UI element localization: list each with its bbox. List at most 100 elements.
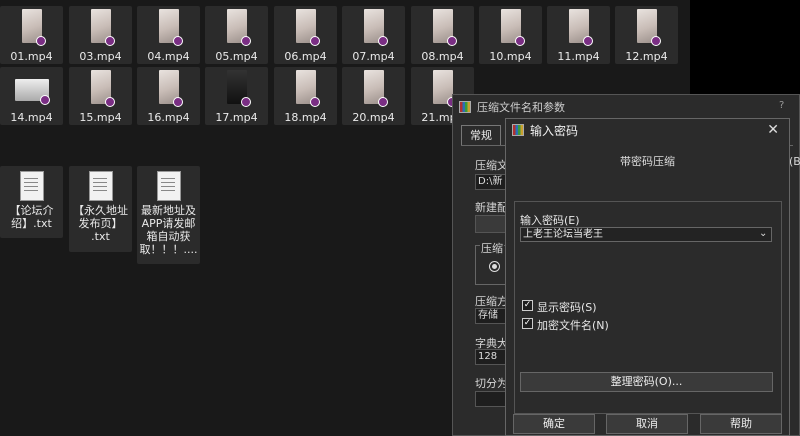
- ok-button[interactable]: 确定: [513, 414, 595, 434]
- video-badge-icon: [447, 36, 457, 46]
- video-file-tile[interactable]: 14.mp4: [0, 67, 63, 125]
- file-name: 最新地址及 APP请发邮 箱自动获 取！！！....: [137, 204, 200, 256]
- format-label: 压缩: [480, 240, 504, 256]
- new-profile-button[interactable]: [475, 215, 509, 233]
- archive-dialog-title: 压缩文件名和参数: [477, 101, 565, 114]
- text-file-tile[interactable]: 最新地址及 APP请发邮 箱自动获 取！！！....: [137, 166, 200, 264]
- dict-size-select[interactable]: 128: [475, 349, 509, 365]
- file-name: 07.mp4: [352, 50, 395, 63]
- file-name-line: 【论坛介: [9, 204, 54, 217]
- video-badge-icon: [515, 36, 525, 46]
- video-file-tile[interactable]: 04.mp4: [137, 6, 200, 64]
- show-password-label[interactable]: 显示密码(S): [537, 299, 597, 315]
- winrar-icon: [459, 101, 471, 113]
- file-name: 05.mp4: [215, 50, 258, 63]
- file-name: 11.mp4: [557, 50, 600, 63]
- video-file-tile[interactable]: 07.mp4: [342, 6, 405, 64]
- video-badge-icon: [378, 97, 388, 107]
- video-file-tile[interactable]: 15.mp4: [69, 67, 132, 125]
- split-label: 切分为: [475, 377, 508, 390]
- file-name: 【论坛介 绍】.txt: [0, 204, 63, 230]
- file-name: 12.mp4: [625, 50, 668, 63]
- tab-general[interactable]: 常规: [461, 125, 501, 146]
- file-name-line: 绍】.txt: [11, 217, 52, 230]
- video-badge-icon: [173, 97, 183, 107]
- video-badge-icon: [36, 36, 46, 46]
- file-name-line: 取！！！....: [139, 243, 198, 256]
- archive-dialog-titlebar[interactable]: 压缩文件名和参数: [453, 95, 799, 119]
- text-document-icon: [88, 171, 113, 201]
- format-radio[interactable]: [489, 261, 500, 272]
- encrypt-names-checkbox[interactable]: ✓: [522, 318, 533, 329]
- video-file-tile[interactable]: 17.mp4: [205, 67, 268, 125]
- file-name: 08.mp4: [421, 50, 464, 63]
- split-select[interactable]: [475, 391, 509, 407]
- text-document-icon: [19, 171, 44, 201]
- file-name-line: 发布页】: [78, 217, 123, 230]
- video-file-tile[interactable]: 01.mp4: [0, 6, 63, 64]
- file-name: 03.mp4: [79, 50, 122, 63]
- password-dialog-title: 输入密码: [530, 123, 579, 138]
- video-badge-icon: [105, 97, 115, 107]
- video-badge-icon: [173, 36, 183, 46]
- file-name: 【永久地址 发布页】 .txt: [69, 204, 132, 243]
- chevron-down-icon[interactable]: ⌄: [759, 228, 767, 239]
- file-name-line: 最新地址及: [141, 204, 196, 217]
- video-badge-icon: [40, 95, 50, 105]
- file-name-line: .txt: [91, 230, 110, 243]
- file-name: 04.mp4: [147, 50, 190, 63]
- password-dialog-subtitle: 带密码压缩: [620, 155, 675, 168]
- video-file-tile[interactable]: 05.mp4: [205, 6, 268, 64]
- video-file-tile[interactable]: 16.mp4: [137, 67, 200, 125]
- password-input[interactable]: 上老王论坛当老王: [520, 227, 772, 242]
- video-file-tile[interactable]: 10.mp4: [479, 6, 542, 64]
- show-password-checkbox[interactable]: ✓: [522, 300, 533, 311]
- help-icon[interactable]: ?: [779, 100, 784, 111]
- file-name: 01.mp4: [10, 50, 53, 63]
- file-name: 20.mp4: [352, 111, 395, 124]
- video-badge-icon: [378, 36, 388, 46]
- file-name-line: 箱自动获: [146, 230, 191, 243]
- text-document-icon: [156, 171, 181, 201]
- video-badge-icon: [651, 36, 661, 46]
- video-file-tile[interactable]: 08.mp4: [411, 6, 474, 64]
- video-badge-icon: [241, 36, 251, 46]
- file-name: 14.mp4: [10, 111, 53, 124]
- method-select[interactable]: 存储: [475, 308, 509, 324]
- method-label: 压缩方: [475, 295, 508, 308]
- video-file-tile[interactable]: 20.mp4: [342, 67, 405, 125]
- organize-passwords-button[interactable]: 整理密码(O)...: [520, 372, 773, 392]
- video-file-tile[interactable]: 12.mp4: [615, 6, 678, 64]
- video-badge-icon: [310, 36, 320, 46]
- help-button[interactable]: 帮助: [700, 414, 782, 434]
- file-name-line: APP请发邮: [141, 217, 196, 230]
- archive-name-field[interactable]: D:\新: [475, 174, 509, 190]
- video-badge-icon: [583, 36, 593, 46]
- new-profile-label: 新建配: [475, 201, 508, 214]
- winrar-icon: [512, 124, 524, 136]
- cancel-button[interactable]: 取消: [606, 414, 688, 434]
- password-dialog-titlebar[interactable]: 输入密码: [506, 119, 789, 141]
- video-file-tile[interactable]: 03.mp4: [69, 6, 132, 64]
- file-name: 10.mp4: [489, 50, 532, 63]
- archive-name-label: 压缩文: [475, 159, 508, 172]
- text-file-tile[interactable]: 【论坛介 绍】.txt: [0, 166, 63, 238]
- video-badge-icon: [105, 36, 115, 46]
- file-name: 15.mp4: [79, 111, 122, 124]
- file-name: 16.mp4: [147, 111, 190, 124]
- browse-button-tail[interactable]: (B): [789, 155, 800, 168]
- video-file-tile[interactable]: 06.mp4: [274, 6, 337, 64]
- video-file-tile[interactable]: 11.mp4: [547, 6, 610, 64]
- password-dialog: 输入密码 ✕ 带密码压缩 输入密码(E) 上老王论坛当老王 ⌄ ✓ 显示密码(S…: [505, 118, 790, 436]
- password-label: 输入密码(E): [520, 214, 580, 227]
- text-file-tile[interactable]: 【永久地址 发布页】 .txt: [69, 166, 132, 252]
- file-name: 18.mp4: [284, 111, 327, 124]
- video-file-tile[interactable]: 18.mp4: [274, 67, 337, 125]
- video-badge-icon: [310, 97, 320, 107]
- close-icon[interactable]: ✕: [767, 122, 779, 138]
- video-badge-icon: [241, 97, 251, 107]
- radio-dot: [492, 264, 497, 269]
- encrypt-names-label[interactable]: 加密文件名(N): [537, 317, 609, 333]
- file-name-line: 【永久地址: [73, 204, 128, 217]
- file-name: 06.mp4: [284, 50, 327, 63]
